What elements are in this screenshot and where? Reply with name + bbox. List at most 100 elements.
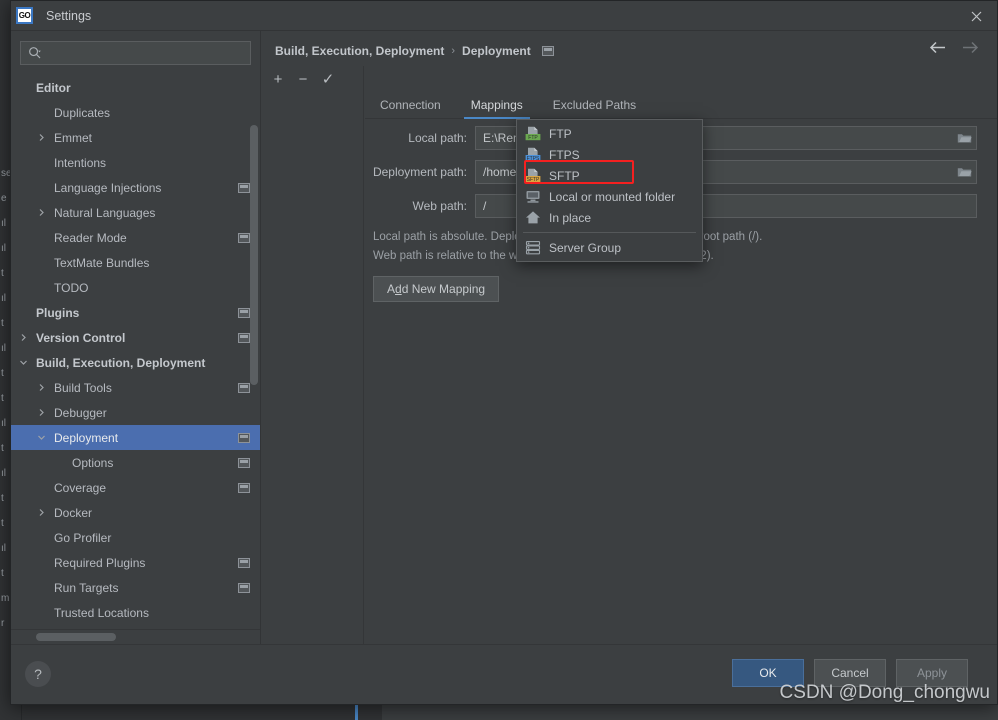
- svg-text:SFTP: SFTP: [527, 177, 540, 183]
- sftp-icon: SFTP: [525, 168, 541, 184]
- sidebar-item-docker[interactable]: Docker: [11, 500, 260, 525]
- dropdown-separator: [523, 232, 696, 233]
- sidebar-item-required-plugins[interactable]: Required Plugins: [11, 550, 260, 575]
- sidebar-item-label: Options: [72, 456, 238, 470]
- server-type-dropdown-menu[interactable]: FTP FTP FTPSFTPSSFTPSFTP Local or mounted f…: [516, 119, 703, 262]
- sidebar-item-label: Go Profiler: [54, 531, 238, 545]
- folder-icon[interactable]: [952, 161, 976, 183]
- project-scope-badge-icon: [238, 308, 250, 318]
- settings-tree[interactable]: Editor Duplicates Emmet IntentionsLanguage …: [11, 75, 260, 628]
- remove-server-button[interactable]: −: [292, 68, 314, 90]
- dropdown-item-label: Local or mounted folder: [549, 190, 675, 204]
- svg-text:FTP: FTP: [528, 135, 538, 141]
- tab-mappings[interactable]: Mappings: [456, 98, 538, 118]
- sidebar-item-languages-frameworks[interactable]: Languages & Frameworks: [11, 625, 260, 628]
- mapping-field-label-2: Web path:: [365, 199, 475, 213]
- ok-button[interactable]: OK: [732, 659, 804, 687]
- sidebar-item-reader-mode[interactable]: Reader Mode: [11, 225, 260, 250]
- mapping-field-label-0: Local path:: [365, 131, 475, 145]
- sidebar-item-deployment[interactable]: Deployment: [11, 425, 260, 450]
- tab-connection[interactable]: Connection: [365, 98, 456, 118]
- sidebar-item-label: Plugins: [36, 306, 238, 320]
- dropdown-item-in-place[interactable]: In place: [517, 207, 702, 228]
- sidebar-item-language-injections[interactable]: Language Injections: [11, 175, 260, 200]
- dropdown-item-sftp[interactable]: SFTPSFTP: [517, 165, 702, 186]
- sidebar-horizontal-scrollbar-thumb[interactable]: [36, 633, 116, 641]
- chevron-down-icon[interactable]: [35, 431, 48, 444]
- project-scope-badge-icon: [238, 233, 250, 243]
- sidebar-item-editor[interactable]: Editor: [11, 75, 260, 100]
- dialog-footer: ? OK Cancel Apply: [11, 644, 997, 704]
- chevron-right-icon[interactable]: [35, 381, 48, 394]
- dropdown-item-server-group[interactable]: Server Group: [517, 237, 702, 258]
- dropdown-item-label: FTP: [549, 127, 572, 141]
- sidebar-item-plugins[interactable]: Plugins: [11, 300, 260, 325]
- sidebar-item-build-execution-deployment[interactable]: Build, Execution, Deployment: [11, 350, 260, 375]
- add-new-mapping-button[interactable]: Add New Mapping: [373, 276, 499, 302]
- sidebar-item-label: Required Plugins: [54, 556, 238, 570]
- help-button[interactable]: ?: [25, 661, 51, 687]
- chevron-right-icon[interactable]: [35, 406, 48, 419]
- sidebar-item-label: Version Control: [36, 331, 238, 345]
- sidebar-item-version-control[interactable]: Version Control: [11, 325, 260, 350]
- search-wrapper: [11, 31, 260, 71]
- chevron-down-icon[interactable]: [17, 356, 30, 369]
- sidebar-item-go-profiler[interactable]: Go Profiler: [11, 525, 260, 550]
- mapping-field-label-1: Deployment path:: [365, 165, 475, 179]
- sidebar-item-emmet[interactable]: Emmet: [11, 125, 260, 150]
- arrow-left-icon[interactable]: [929, 41, 946, 59]
- chevron-right-icon[interactable]: [35, 506, 48, 519]
- cancel-button[interactable]: Cancel: [814, 659, 886, 687]
- navigation-arrows: [929, 41, 979, 59]
- breadcrumb-part-0[interactable]: Build, Execution, Deployment: [275, 44, 444, 58]
- sidebar-item-natural-languages[interactable]: Natural Languages: [11, 200, 260, 225]
- sidebar-item-label: Deployment: [54, 431, 238, 445]
- goland-logo-icon: GO: [16, 7, 33, 24]
- local-folder-icon: [525, 189, 541, 205]
- dialog-title-bar: GO Settings: [11, 1, 997, 31]
- folder-icon[interactable]: [952, 127, 976, 149]
- sidebar-item-label: Docker: [54, 506, 238, 520]
- sidebar-item-todo[interactable]: TODO: [11, 275, 260, 300]
- sidebar-item-label: Coverage: [54, 481, 238, 495]
- sidebar-item-label: Natural Languages: [54, 206, 238, 220]
- sidebar-horizontal-scrollbar-track[interactable]: [11, 629, 260, 644]
- server-group-icon: [525, 240, 541, 256]
- project-scope-badge-icon: [238, 433, 250, 443]
- settings-dialog: GO Settings: [10, 0, 998, 705]
- sidebar-item-duplicates[interactable]: Duplicates: [11, 100, 260, 125]
- sidebar-item-label: Emmet: [54, 131, 238, 145]
- chevron-right-icon[interactable]: [17, 331, 30, 344]
- close-icon[interactable]: [961, 5, 991, 27]
- dropdown-item-local-or-mounted-folder[interactable]: Local or mounted folder: [517, 186, 702, 207]
- arrow-right-icon[interactable]: [962, 41, 979, 59]
- sidebar-item-options[interactable]: Options: [11, 450, 260, 475]
- settings-sidebar: Editor Duplicates Emmet IntentionsLanguage …: [11, 31, 261, 644]
- add-server-button[interactable]: +: [267, 68, 289, 90]
- sidebar-item-label: Editor: [36, 81, 238, 95]
- dialog-title: Settings: [46, 9, 91, 23]
- sidebar-item-build-tools[interactable]: Build Tools: [11, 375, 260, 400]
- sidebar-item-trusted-locations[interactable]: Trusted Locations: [11, 600, 260, 625]
- dropdown-item-ftp[interactable]: FTP FTP: [517, 123, 702, 144]
- tab-excluded-paths[interactable]: Excluded Paths: [538, 98, 651, 118]
- sidebar-vertical-scrollbar-track[interactable]: [251, 75, 259, 628]
- sidebar-item-debugger[interactable]: Debugger: [11, 400, 260, 425]
- chevron-right-icon[interactable]: [35, 206, 48, 219]
- breadcrumb-part-1[interactable]: Deployment: [462, 44, 531, 58]
- sidebar-item-intentions[interactable]: Intentions: [11, 150, 260, 175]
- sidebar-item-textmate-bundles[interactable]: TextMate Bundles: [11, 250, 260, 275]
- set-default-server-button[interactable]: ✓: [317, 68, 339, 90]
- dialog-body: Editor Duplicates Emmet IntentionsLanguage …: [11, 31, 997, 644]
- chevron-right-icon[interactable]: [35, 131, 48, 144]
- search-box[interactable]: [20, 41, 251, 65]
- settings-content-panel: Build, Execution, Deployment › Deploymen…: [261, 31, 997, 644]
- dropdown-item-ftps[interactable]: FTPSFTPS: [517, 144, 702, 165]
- sidebar-item-run-targets[interactable]: Run Targets: [11, 575, 260, 600]
- project-scope-badge-icon: [238, 183, 250, 193]
- search-input[interactable]: [42, 47, 250, 59]
- apply-button[interactable]: Apply: [896, 659, 968, 687]
- settings-tabs: ConnectionMappingsExcluded Paths: [365, 91, 997, 119]
- sidebar-item-coverage[interactable]: Coverage: [11, 475, 260, 500]
- sidebar-vertical-scrollbar-thumb[interactable]: [250, 125, 258, 385]
